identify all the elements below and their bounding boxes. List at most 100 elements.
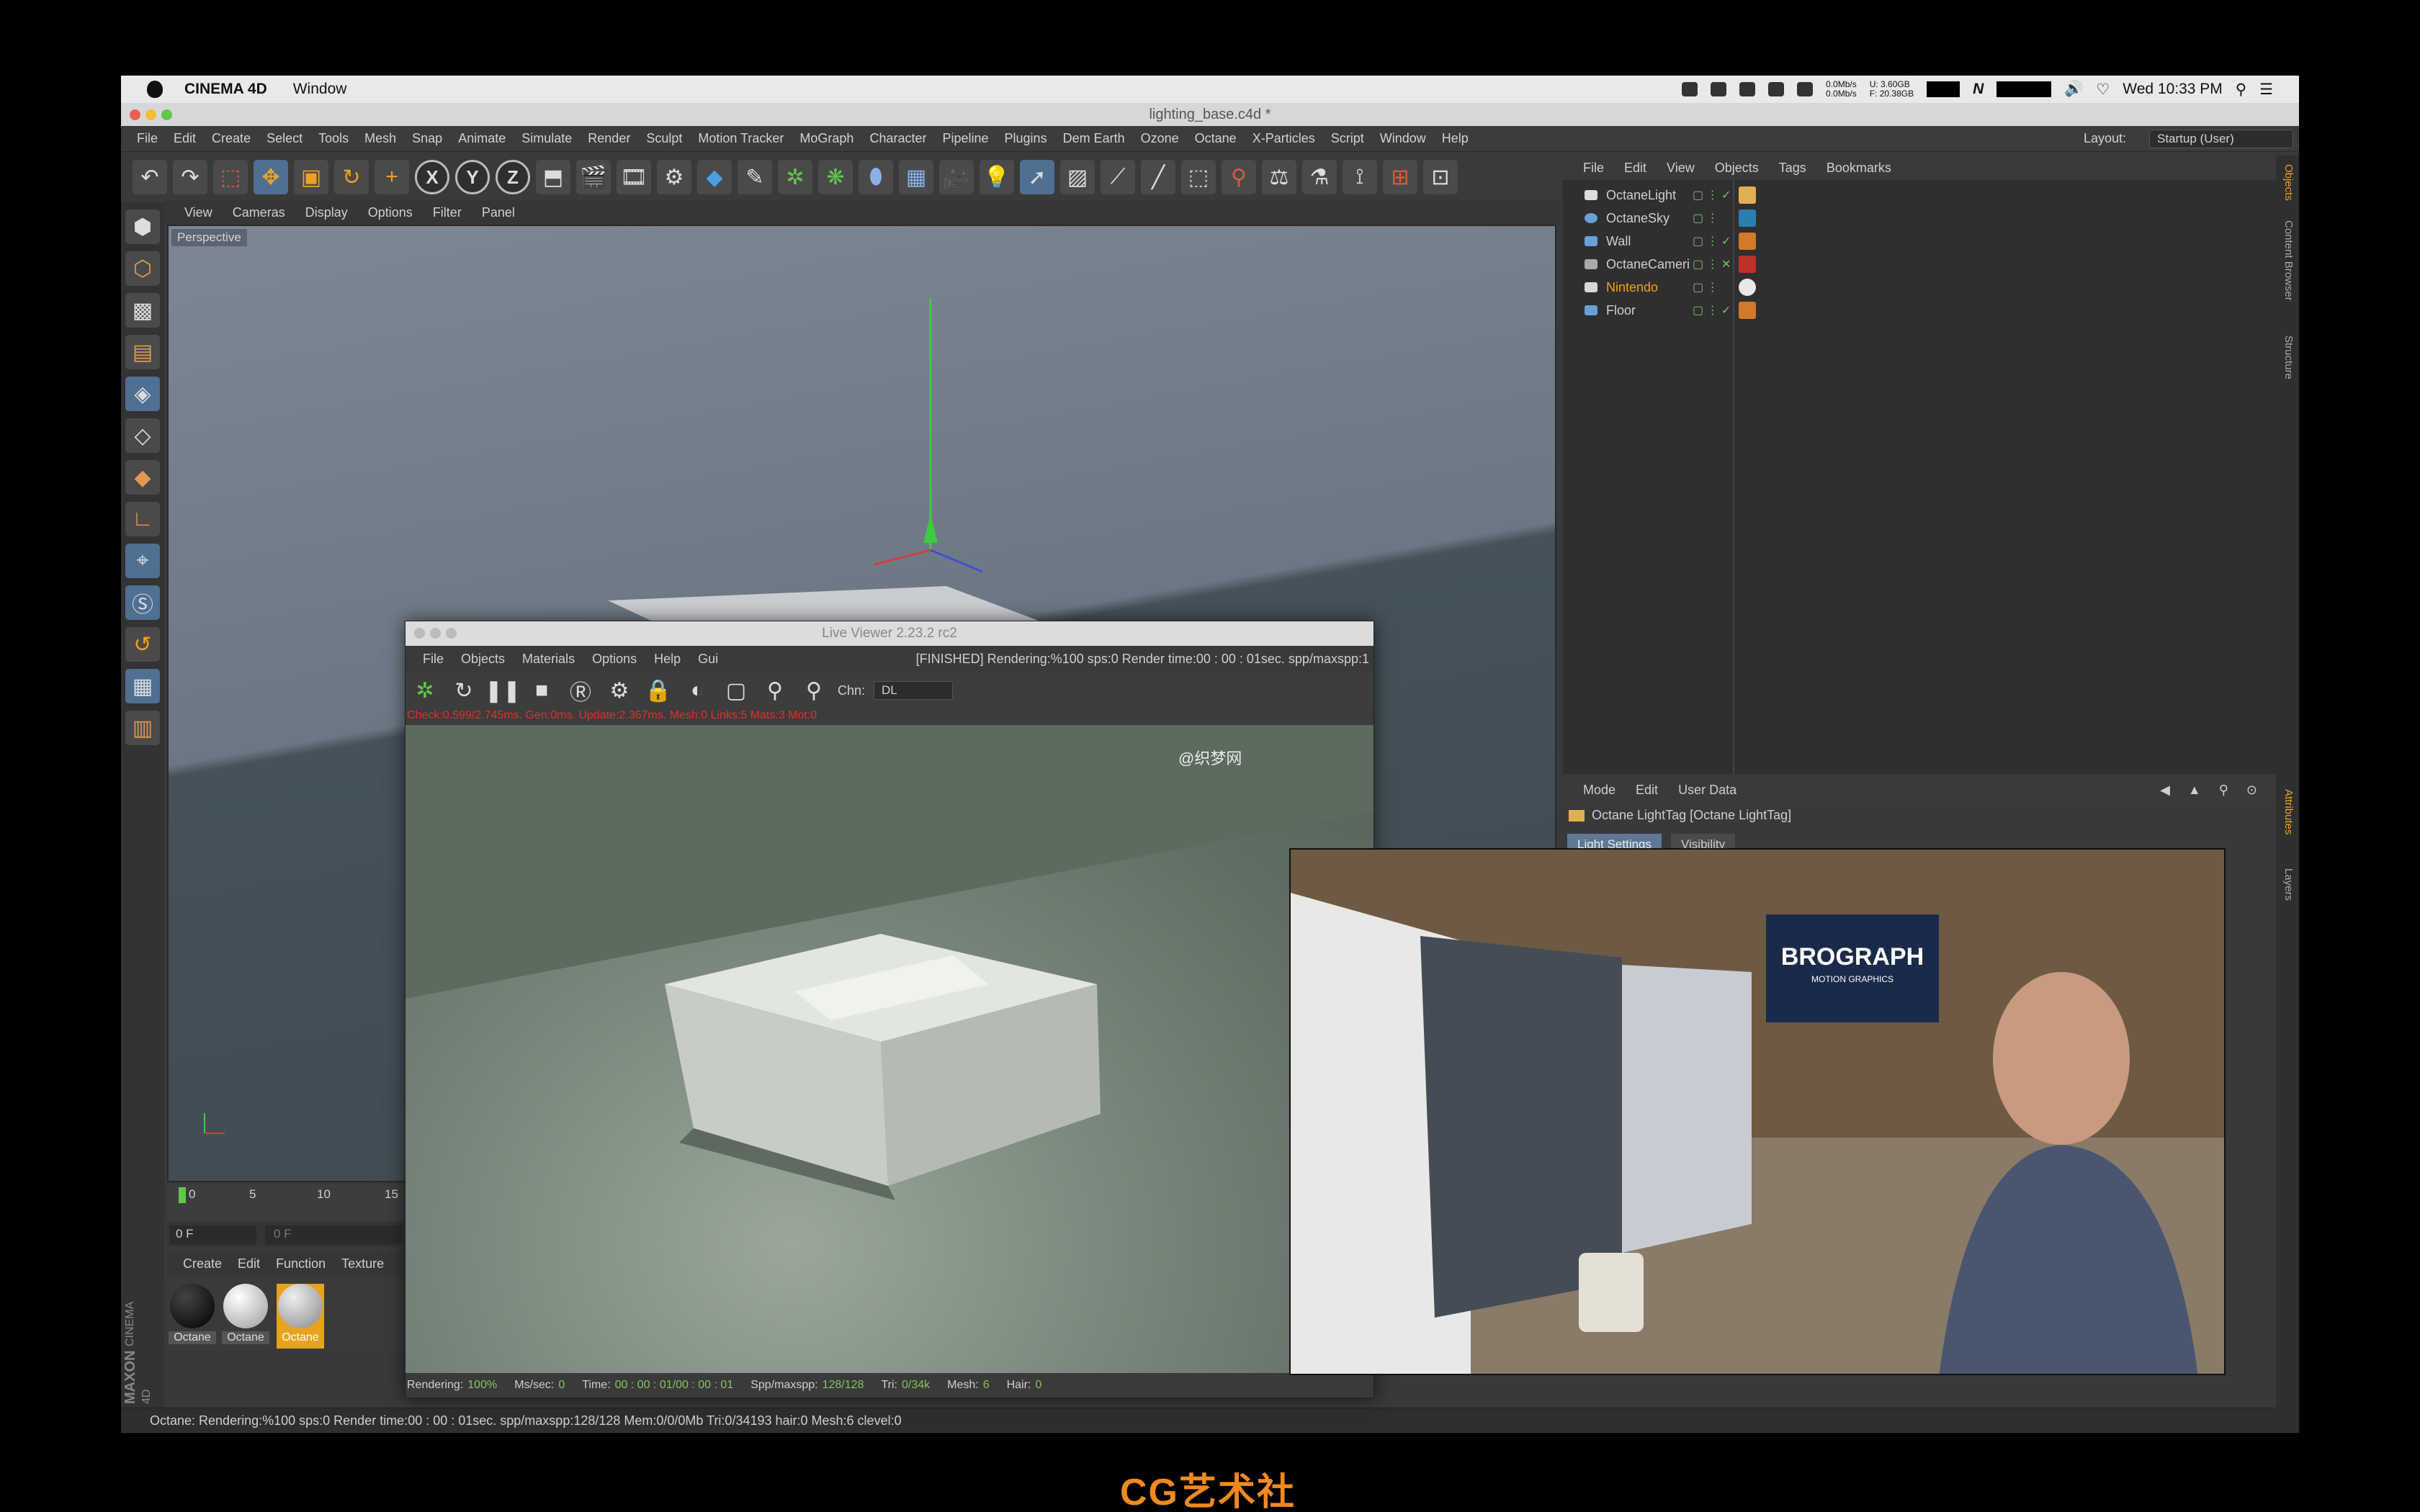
lv-menu-help[interactable]: Help: [654, 652, 681, 667]
live-select-icon[interactable]: ➚: [1020, 160, 1054, 194]
texture-mode-icon[interactable]: ▩: [125, 293, 160, 328]
menu-mesh[interactable]: Mesh: [364, 131, 396, 146]
points-mode-icon[interactable]: ◈: [125, 377, 160, 411]
tab-structure[interactable]: Structure: [2279, 336, 2295, 379]
menu-tools[interactable]: Tools: [318, 131, 349, 146]
obj-menu-edit[interactable]: Edit: [1624, 161, 1646, 176]
deformer-icon[interactable]: ⬮: [859, 160, 893, 194]
minimize-button[interactable]: [145, 109, 156, 120]
knife-icon[interactable]: ⟋: [1101, 160, 1135, 194]
x-axis-button[interactable]: X: [415, 160, 449, 194]
object-row[interactable]: Wall ▢ ⋮ ✓: [1563, 230, 2276, 252]
notification-icon[interactable]: ☰: [2259, 81, 2273, 99]
material-tag-icon[interactable]: [1739, 302, 1756, 319]
mat-menu-texture[interactable]: Texture: [341, 1256, 384, 1272]
x-axis-gizmo[interactable]: [874, 549, 931, 566]
menu-window[interactable]: Window: [1380, 131, 1426, 146]
vp-menu-cameras[interactable]: Cameras: [233, 205, 285, 220]
stop-icon[interactable]: ■: [526, 675, 557, 706]
obj-menu-objects[interactable]: Objects: [1715, 161, 1759, 176]
obj-menu-view[interactable]: View: [1667, 161, 1695, 176]
zoom-button[interactable]: [161, 109, 172, 120]
material-preview-icon[interactable]: ◐: [682, 675, 712, 706]
tab-objects[interactable]: Objects: [2279, 164, 2295, 201]
y-arrow-gizmo[interactable]: [923, 514, 938, 543]
timeline[interactable]: 0 5 10 15: [167, 1184, 405, 1220]
tab-layers[interactable]: Layers: [2279, 868, 2295, 901]
grid-icon[interactable]: ▨: [1060, 160, 1095, 194]
lv-menu-materials[interactable]: Materials: [522, 652, 575, 667]
solo-icon[interactable]: ▥: [125, 711, 160, 745]
menu-plugins[interactable]: Plugins: [1005, 131, 1047, 146]
joint-icon[interactable]: ⚗: [1302, 160, 1337, 194]
subdivision-icon[interactable]: ✲: [778, 160, 812, 194]
pause-icon[interactable]: ❚❚: [485, 675, 521, 706]
scale-icon[interactable]: ▣: [294, 160, 328, 194]
z-axis-gizmo[interactable]: [930, 549, 983, 573]
menu-render[interactable]: Render: [588, 131, 630, 146]
eye-icon[interactable]: [1739, 82, 1756, 96]
lv-zoom-button[interactable]: [446, 628, 457, 639]
camera-icon[interactable]: 🎥: [939, 160, 974, 194]
add-icon[interactable]: +: [375, 160, 409, 194]
region-icon[interactable]: ▢: [721, 675, 751, 706]
obj-menu-bookmarks[interactable]: Bookmarks: [1827, 161, 1891, 176]
enabled-check-icon[interactable]: ▢ ⋮: [1693, 211, 1718, 225]
menu-pipeline[interactable]: Pipeline: [942, 131, 988, 146]
frame-field[interactable]: 0 F: [170, 1225, 256, 1244]
menu-create[interactable]: Create: [212, 131, 251, 146]
enabled-check-icon[interactable]: ▢ ⋮ ✓: [1693, 303, 1731, 318]
vp-menu-options[interactable]: Options: [368, 205, 413, 220]
attr-menu-user-data[interactable]: User Data: [1678, 783, 1736, 798]
material-3[interactable]: Octane: [277, 1284, 324, 1349]
object-row[interactable]: Floor ▢ ⋮ ✓: [1563, 300, 2276, 321]
wifi-icon[interactable]: ♡: [2096, 81, 2110, 99]
app-name[interactable]: CINEMA 4D: [184, 81, 267, 98]
weight-icon[interactable]: ⚖: [1262, 160, 1296, 194]
material-1[interactable]: Octane: [169, 1284, 216, 1349]
tweak-icon[interactable]: ⌖: [125, 544, 160, 578]
undo-icon[interactable]: ↶: [133, 160, 167, 194]
menu-animate[interactable]: Animate: [458, 131, 506, 146]
material-tag-icon[interactable]: [1739, 233, 1756, 250]
select-icon[interactable]: ⬚: [213, 160, 248, 194]
enabled-check-icon[interactable]: ▢ ⋮ ✓: [1693, 188, 1731, 202]
object-row[interactable]: OctaneLight ▢ ⋮ ✓: [1563, 184, 2276, 206]
menu-mograph[interactable]: MoGraph: [799, 131, 853, 146]
volume-icon[interactable]: 🔊: [2064, 81, 2083, 98]
apple-icon[interactable]: [147, 81, 163, 98]
paint-icon[interactable]: ⬚: [1181, 160, 1216, 194]
layout-dropdown[interactable]: Startup (User): [2149, 129, 2293, 148]
octane-light-tag-icon[interactable]: [1739, 279, 1756, 296]
region-render-icon[interactable]: Ⓡ: [565, 675, 596, 706]
vp-menu-display[interactable]: Display: [305, 205, 348, 220]
dropbox-icon[interactable]: [1682, 82, 1698, 96]
mat-menu-edit[interactable]: Edit: [238, 1256, 260, 1272]
playhead[interactable]: [179, 1187, 186, 1203]
enabled-check-icon[interactable]: ▢ ⋮: [1693, 280, 1718, 294]
polygons-mode-icon[interactable]: ◆: [125, 460, 160, 495]
obj-menu-tags[interactable]: Tags: [1779, 161, 1806, 176]
object-row[interactable]: OctaneSky ▢ ⋮: [1563, 207, 2276, 229]
lv-menu-file[interactable]: File: [423, 652, 444, 667]
menu-octane[interactable]: Octane: [1195, 131, 1237, 146]
lv-close-button[interactable]: [414, 628, 425, 639]
channel-dropdown[interactable]: DL: [874, 681, 954, 700]
spotlight-icon[interactable]: ⚲: [2236, 81, 2246, 99]
settings-gear-icon[interactable]: ⚙: [604, 675, 635, 706]
octane-settings-icon[interactable]: ⊡: [1423, 160, 1458, 194]
light-icon[interactable]: 💡: [980, 160, 1014, 194]
menu-character[interactable]: Character: [869, 131, 926, 146]
attr-nav-icons[interactable]: ◀ ▲ ⚲ ⊙: [2160, 783, 2264, 798]
model-mode-icon[interactable]: ⬢: [125, 210, 160, 244]
snap-icon[interactable]: Ⓢ: [125, 585, 160, 620]
menu-script[interactable]: Script: [1331, 131, 1364, 146]
menu-snap[interactable]: Snap: [412, 131, 442, 146]
obj-menu-file[interactable]: File: [1583, 161, 1604, 176]
render-output[interactable]: [405, 725, 1373, 1373]
vp-menu-panel[interactable]: Panel: [482, 205, 515, 220]
magnet-icon[interactable]: ⚲: [1222, 160, 1256, 194]
lv-menu-gui[interactable]: Gui: [698, 652, 718, 667]
gear-icon[interactable]: [1797, 82, 1814, 96]
enabled-check-icon[interactable]: ▢ ⋮ ✕: [1693, 257, 1731, 271]
